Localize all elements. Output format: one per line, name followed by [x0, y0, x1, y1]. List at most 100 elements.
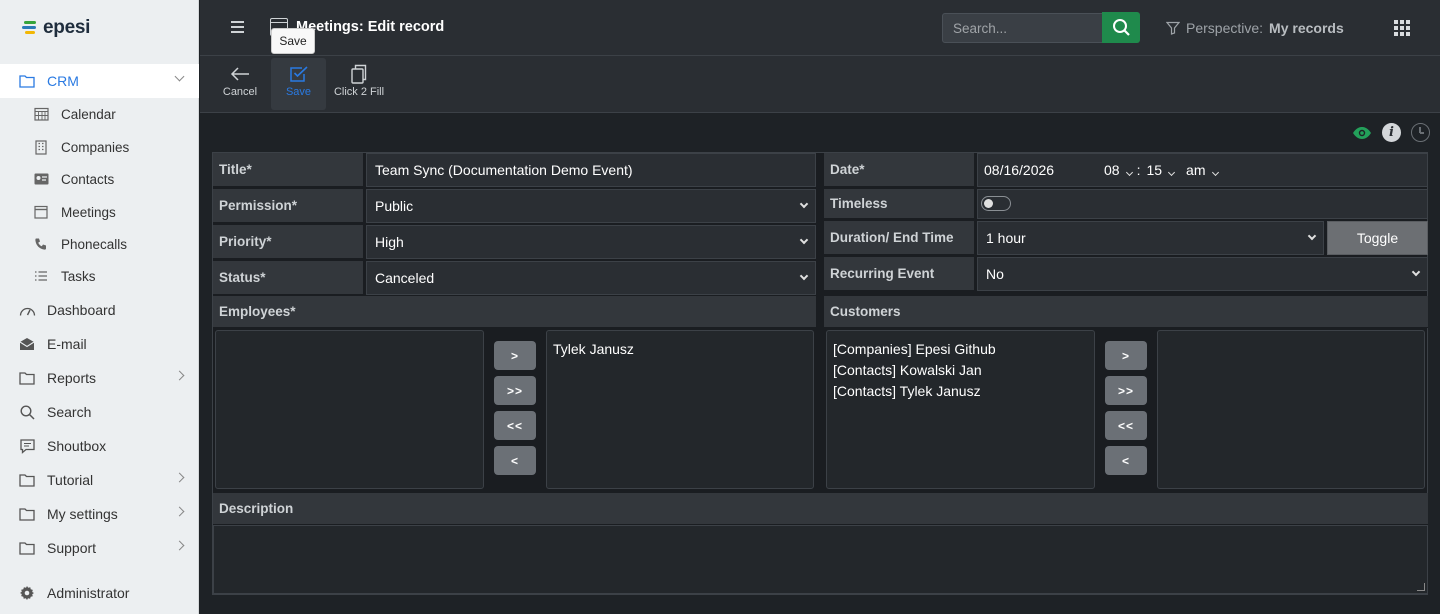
epesi-logo-icon: [22, 21, 38, 35]
date-time-field[interactable]: 08/16/2026 08 : 15 am: [977, 153, 1428, 187]
edit-record-form: Title* Team Sync (Documentation Demo Eve…: [212, 152, 1428, 595]
sidebar-item-dashboard[interactable]: Dashboard: [0, 293, 199, 327]
priority-value: High: [375, 234, 404, 250]
toggle-button[interactable]: Toggle: [1327, 221, 1428, 255]
search-icon: [1112, 19, 1130, 36]
list-item[interactable]: [Contacts] Tylek Janusz: [833, 381, 1088, 402]
hour-value: 08: [1104, 162, 1120, 178]
sidebar-item-my-settings[interactable]: My settings: [0, 497, 199, 531]
cancel-button[interactable]: Cancel: [220, 58, 260, 110]
history-clock-icon[interactable]: [1411, 123, 1430, 142]
sidebar-item-contacts[interactable]: Contacts: [0, 164, 199, 194]
customers-add-all-button[interactable]: >>: [1105, 376, 1147, 405]
folder-icon: [18, 540, 36, 556]
sidebar-item-tasks[interactable]: Tasks: [0, 261, 199, 291]
chevron-right-icon: [174, 370, 185, 381]
epesi-logo[interactable]: epesi: [22, 16, 90, 40]
hour-select[interactable]: 08: [1104, 162, 1133, 178]
ampm-select[interactable]: am: [1186, 162, 1219, 178]
list-item[interactable]: [Companies] Epesi Github: [833, 339, 1088, 360]
search-button[interactable]: [1102, 12, 1140, 43]
sidebar-item-label: Dashboard: [47, 302, 116, 318]
save-button[interactable]: Save: [271, 58, 326, 110]
checkbox-check-icon: [289, 62, 309, 86]
folder-icon: [18, 506, 36, 522]
record-tools: i: [1352, 123, 1430, 142]
list-item[interactable]: [Contacts] Kowalski Jan: [833, 360, 1088, 381]
resize-grip-icon[interactable]: [1417, 583, 1425, 591]
perspective-label: Perspective:: [1186, 20, 1264, 36]
employees-label: Employees*: [213, 296, 816, 328]
sidebar-item-label: Search: [47, 404, 92, 420]
id-card-icon: [33, 172, 49, 187]
priority-select[interactable]: High: [366, 225, 816, 259]
gauge-icon: [18, 302, 36, 318]
employees-remove-all-button[interactable]: <<: [494, 411, 536, 440]
eye-icon[interactable]: [1352, 126, 1372, 140]
sidebar-item-tutorial[interactable]: Tutorial: [0, 463, 199, 497]
sidebar-item-meetings[interactable]: Meetings: [0, 197, 199, 227]
sidebar-item-support[interactable]: Support: [0, 531, 199, 565]
title-value: Team Sync (Documentation Demo Event): [375, 162, 633, 178]
description-textarea[interactable]: [213, 525, 1428, 594]
sidebar-item-email[interactable]: E-mail: [0, 327, 199, 361]
copy-icon: [350, 62, 368, 86]
click2fill-button[interactable]: Click 2 Fill: [333, 58, 385, 110]
sidebar-item-search[interactable]: Search: [0, 395, 199, 429]
description-label: Description: [213, 493, 1428, 525]
employees-add-all-button[interactable]: >>: [494, 376, 536, 405]
minute-select[interactable]: 15: [1146, 162, 1176, 178]
list-item[interactable]: Tylek Janusz: [553, 339, 807, 360]
customers-add-button[interactable]: >: [1105, 341, 1147, 370]
status-select[interactable]: Canceled: [366, 261, 816, 295]
top-header: Meetings: Edit record Perspective: My re…: [200, 0, 1440, 56]
duration-select[interactable]: 1 hour: [977, 221, 1324, 255]
date-label: Date*: [824, 153, 974, 187]
sidebar-item-companies[interactable]: Companies: [0, 132, 199, 162]
time-separator: :: [1136, 162, 1141, 178]
employees-add-button[interactable]: >: [494, 341, 536, 370]
status-value: Canceled: [375, 270, 435, 286]
status-label: Status*: [213, 261, 363, 295]
customers-remove-all-button[interactable]: <<: [1105, 411, 1147, 440]
chevron-down-icon: [1411, 267, 1421, 277]
permission-value: Public: [375, 198, 414, 214]
cancel-label: Cancel: [222, 86, 258, 98]
chevron-right-icon: [174, 540, 185, 551]
sidebar-item-crm[interactable]: CRM: [0, 64, 199, 98]
sidebar-item-administrator[interactable]: Administrator: [0, 576, 199, 610]
employees-selected-list[interactable]: Tylek Janusz: [546, 330, 814, 489]
customers-remove-button[interactable]: <: [1105, 446, 1147, 475]
chevron-down-icon: [1168, 168, 1176, 177]
title-field[interactable]: Team Sync (Documentation Demo Event): [366, 153, 816, 187]
sidebar-item-label: Companies: [61, 139, 130, 155]
sidebar-item-calendar[interactable]: Calendar: [0, 99, 199, 129]
recurring-select[interactable]: No: [977, 257, 1428, 291]
sidebar-item-shoutbox[interactable]: Shoutbox: [0, 429, 199, 463]
folder-icon: [18, 73, 36, 89]
search-input[interactable]: [942, 13, 1103, 43]
filter-icon: [1166, 21, 1180, 35]
sidebar-item-phonecalls[interactable]: Phonecalls: [0, 229, 199, 259]
chevron-down-icon: [1211, 168, 1219, 177]
employees-available-list[interactable]: [215, 330, 484, 489]
sidebar-item-label: E-mail: [47, 336, 87, 352]
date-input[interactable]: 08/16/2026: [984, 162, 1104, 178]
sidebar-item-reports[interactable]: Reports: [0, 361, 199, 395]
recurring-label: Recurring Event: [824, 257, 974, 291]
action-toolbar: Cancel Save Click 2 Fill: [200, 56, 1440, 113]
minute-value: 15: [1146, 162, 1163, 178]
priority-label: Priority*: [213, 225, 363, 259]
info-icon[interactable]: i: [1382, 123, 1401, 142]
customers-selected-list[interactable]: [1157, 330, 1425, 489]
sidebar-item-label: Contacts: [61, 171, 115, 187]
apps-grid-icon[interactable]: [1394, 20, 1410, 36]
chevron-down-icon: [799, 235, 809, 245]
timeless-toggle[interactable]: [981, 196, 1011, 211]
calendar-grid-icon: [33, 107, 49, 122]
customers-available-list[interactable]: [Companies] Epesi Github [Contacts] Kowa…: [826, 330, 1095, 489]
perspective-selector[interactable]: Perspective: My records: [1166, 20, 1344, 36]
hamburger-menu-icon[interactable]: [231, 21, 244, 33]
permission-select[interactable]: Public: [366, 189, 816, 223]
employees-remove-button[interactable]: <: [494, 446, 536, 475]
